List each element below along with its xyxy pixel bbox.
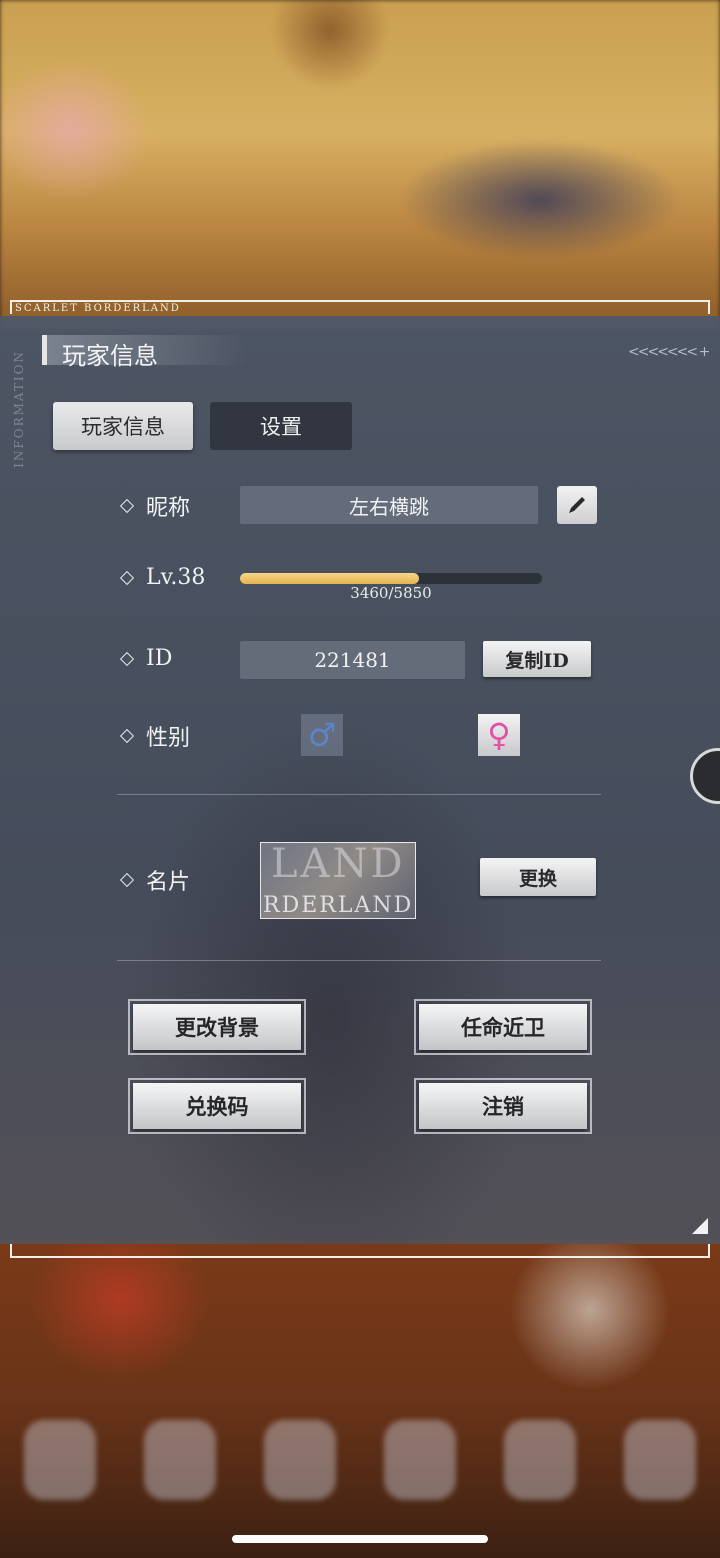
change-background-button[interactable]: 更改背景 (128, 999, 306, 1055)
xp-text: 3460/5850 (350, 584, 432, 602)
level-row: Lv.38 (119, 565, 206, 590)
female-icon: ♀ (487, 716, 511, 754)
female-option[interactable]: ♀ (478, 714, 520, 756)
logout-button[interactable]: 注销 (414, 1078, 592, 1134)
card-row: 名片 (119, 864, 191, 896)
dock-item[interactable] (624, 1420, 696, 1500)
id-label: ID (146, 646, 173, 671)
chevrons-left-icon: <<<<<<< + (628, 344, 710, 360)
edit-nickname-button[interactable] (557, 486, 597, 524)
nickname-field: 左右横跳 (240, 486, 538, 524)
panel-title: 玩家信息 (62, 342, 158, 370)
diamond-bullet-icon (119, 651, 135, 666)
dock-item[interactable] (384, 1420, 456, 1500)
tab-player-info[interactable]: 玩家信息 (53, 402, 193, 450)
xp-bar-fill (240, 573, 419, 584)
card-preview-title: LAND (271, 842, 406, 887)
nickname-label: 昵称 (146, 496, 191, 521)
male-option[interactable]: ♂ (301, 714, 343, 756)
bottom-dock (0, 1400, 720, 1520)
change-card-button[interactable]: 更换 (480, 858, 596, 896)
id-row: ID (119, 646, 173, 671)
gender-row: 性别 (119, 720, 191, 752)
background-scene-top (0, 0, 720, 330)
card-preview-subtitle: RDERLAND (263, 893, 414, 918)
divider (117, 794, 601, 795)
id-field: 221481 (240, 641, 465, 679)
gender-label: 性别 (146, 726, 191, 751)
diamond-bullet-icon (119, 498, 135, 514)
divider (117, 960, 601, 961)
appoint-guard-button[interactable]: 任命近卫 (414, 999, 592, 1055)
diamond-bullet-icon (119, 728, 135, 744)
dock-item[interactable] (264, 1420, 336, 1500)
panel-frame-bottom (10, 1244, 710, 1258)
corner-resize-icon (692, 1218, 708, 1234)
name-card-preview[interactable]: LAND RDERLAND (260, 842, 416, 919)
home-indicator[interactable] (232, 1535, 488, 1543)
pencil-icon (569, 497, 585, 513)
xp-bar (240, 573, 542, 584)
dock-item[interactable] (144, 1420, 216, 1500)
diamond-bullet-icon (119, 872, 135, 888)
male-icon: ♂ (307, 716, 337, 754)
brand-label: SCARLET BORDERLAND (15, 303, 181, 314)
tab-settings[interactable]: 设置 (210, 402, 352, 450)
dock-item[interactable] (24, 1420, 96, 1500)
side-label: INFORMATION (12, 350, 26, 468)
diamond-bullet-icon (119, 570, 135, 585)
card-label: 名片 (146, 870, 191, 895)
dock-item[interactable] (504, 1420, 576, 1500)
redeem-code-button[interactable]: 兑换码 (128, 1078, 306, 1134)
copy-id-button[interactable]: 复制ID (483, 641, 591, 677)
nickname-row: 昵称 (119, 490, 191, 522)
level-label: Lv.38 (146, 565, 206, 590)
player-info-panel (0, 316, 720, 1244)
